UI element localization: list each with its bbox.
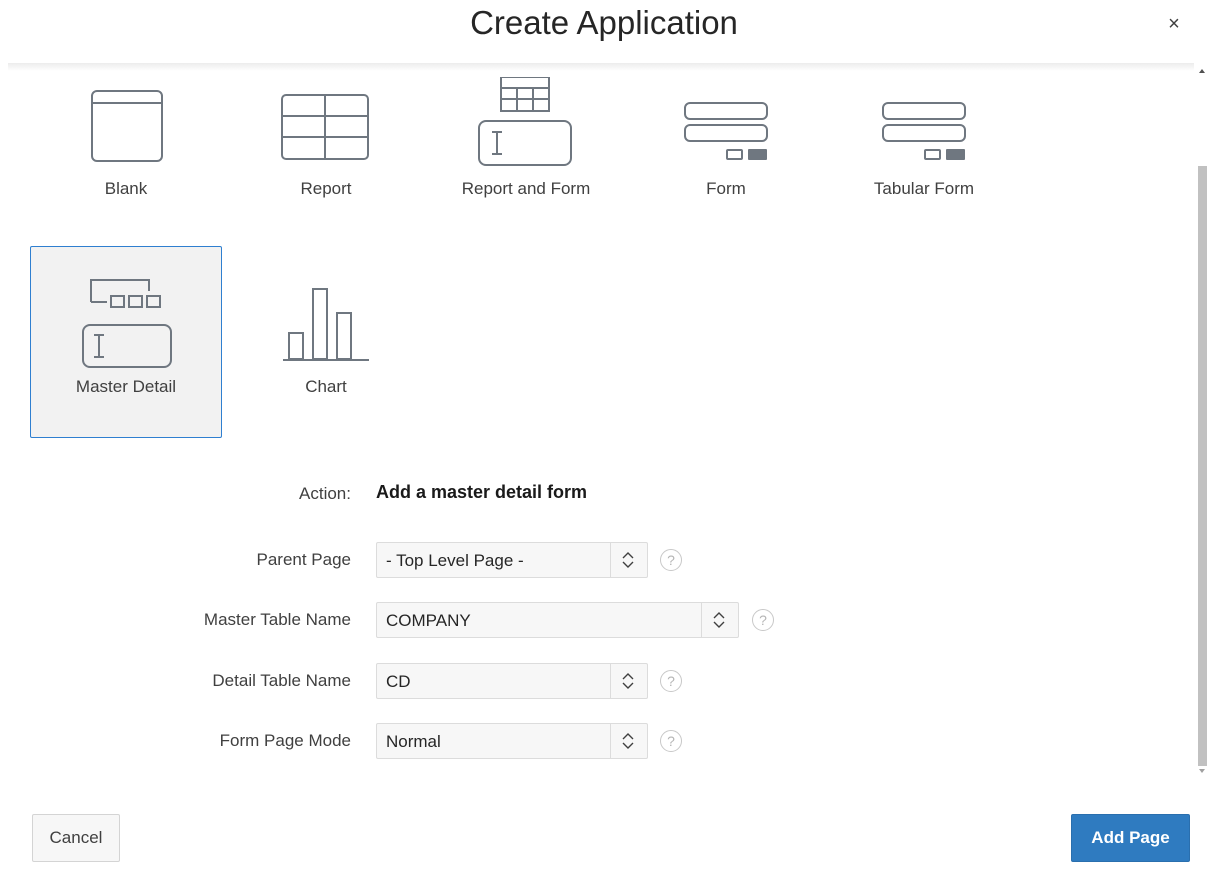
master-table-label: Master Table Name: [203, 610, 351, 629]
action-value: Add a master detail form: [376, 482, 588, 502]
master-table-value: COMPANY: [386, 611, 471, 630]
form-page-mode-value: Normal: [386, 732, 441, 751]
page-type-label: Blank: [104, 179, 148, 198]
page-type-form[interactable]: Form: [630, 66, 822, 240]
master-table-row: Master Table Name COMPANY ?: [0, 602, 1195, 638]
master-table-select[interactable]: COMPANY: [376, 602, 739, 638]
page-type-label: Tabular Form: [873, 179, 975, 198]
select-arrows-icon: [610, 724, 647, 758]
select-arrows-icon: [701, 603, 738, 637]
form-page-mode-label: Form Page Mode: [219, 731, 351, 750]
detail-table-value: CD: [386, 672, 411, 691]
parent-page-label: Parent Page: [256, 550, 351, 569]
vertical-scrollbar[interactable]: [1197, 66, 1208, 778]
add-page-button[interactable]: Add Page: [1071, 814, 1190, 862]
blank-page-icon: [91, 90, 163, 162]
help-icon[interactable]: ?: [660, 730, 682, 752]
scroll-down-arrow-icon[interactable]: [1199, 769, 1205, 773]
select-arrows-icon: [610, 543, 647, 577]
parent-page-value: - Top Level Page -: [386, 551, 524, 570]
select-arrows-icon: [610, 664, 647, 698]
action-row: Action: Add a master detail form: [0, 476, 1195, 512]
page-type-tabular-form[interactable]: Tabular Form: [828, 66, 1020, 240]
dialog-title: Create Application: [470, 4, 738, 41]
form-icon: [684, 102, 768, 160]
page-type-label: Report and Form: [461, 179, 591, 198]
help-icon[interactable]: ?: [752, 609, 774, 631]
scrollbar-thumb[interactable]: [1198, 166, 1207, 766]
tabular-form-icon: [882, 102, 966, 160]
parent-page-select[interactable]: - Top Level Page -: [376, 542, 648, 578]
page-type-label: Chart: [305, 377, 347, 396]
help-icon[interactable]: ?: [660, 549, 682, 571]
parent-page-row: Parent Page - Top Level Page - ?: [0, 542, 1195, 578]
detail-table-row: Detail Table Name CD ?: [0, 663, 1195, 699]
chart-icon: [283, 288, 369, 361]
page-type-report[interactable]: Report: [230, 66, 422, 240]
action-label: Action:: [299, 484, 351, 503]
close-icon[interactable]: ×: [1160, 10, 1188, 38]
detail-table-select[interactable]: CD: [376, 663, 648, 699]
page-type-blank[interactable]: Blank: [30, 66, 222, 240]
dialog-title-bar: Create Application ×: [0, 0, 1208, 62]
page-type-master-detail[interactable]: Master Detail: [30, 246, 222, 438]
detail-table-label: Detail Table Name: [212, 671, 351, 690]
help-icon[interactable]: ?: [660, 670, 682, 692]
scroll-up-arrow-icon[interactable]: [1199, 69, 1205, 73]
dialog-content: Blank Report Report and Form Form Tabula…: [0, 66, 1195, 778]
report-and-form-icon: [478, 77, 572, 166]
form-page-mode-select[interactable]: Normal: [376, 723, 648, 759]
page-type-label: Master Detail: [75, 377, 177, 396]
page-type-label: Report: [300, 179, 352, 198]
report-icon: [281, 94, 369, 160]
master-detail-icon: [82, 279, 172, 368]
page-type-label: Form: [706, 179, 746, 198]
cancel-button[interactable]: Cancel: [32, 814, 120, 862]
form-page-mode-row: Form Page Mode Normal ?: [0, 723, 1195, 759]
page-type-report-and-form[interactable]: Report and Form: [430, 66, 622, 240]
page-type-chart[interactable]: Chart: [230, 246, 422, 438]
